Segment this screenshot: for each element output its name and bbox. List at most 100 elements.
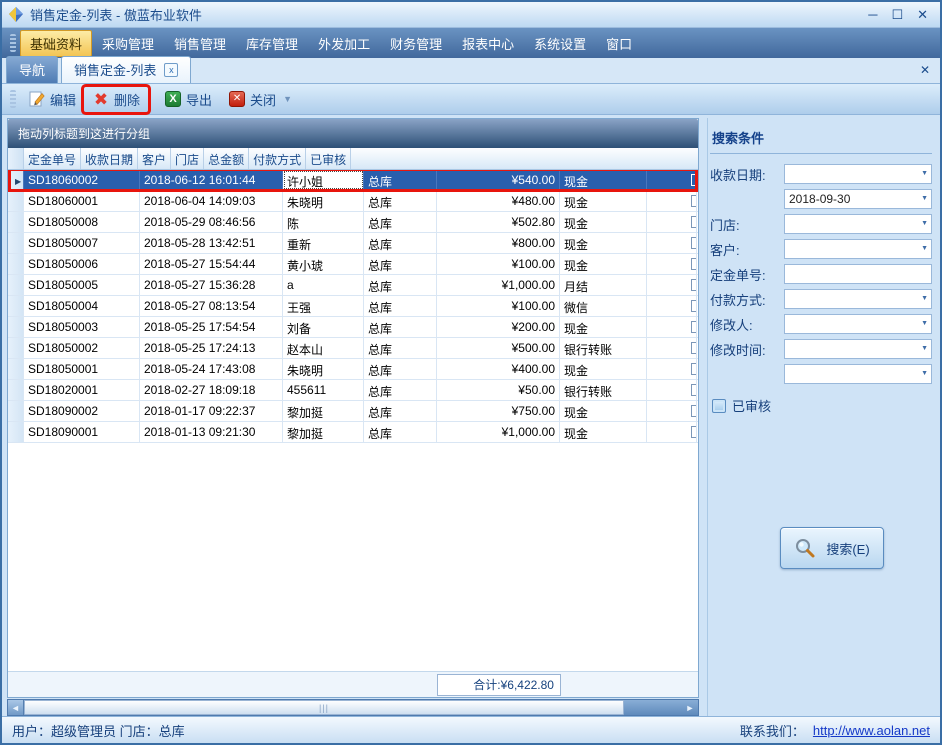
header-gutter xyxy=(8,148,24,169)
edit-button[interactable]: 编辑 xyxy=(20,87,84,112)
menu-item[interactable]: 财务管理 xyxy=(380,30,452,57)
column-header[interactable]: 收款日期 xyxy=(81,148,138,169)
field-combo[interactable] xyxy=(784,239,932,259)
field-combo[interactable] xyxy=(784,264,932,284)
tab-close-icon[interactable]: x xyxy=(164,63,178,77)
delete-button[interactable]: ✖ 删除 xyxy=(84,87,148,112)
cell-order-no: SD18050003 xyxy=(24,317,140,337)
table-row[interactable]: SD18050005 2018-05-27 15:36:28 a 总库 ¥1,0… xyxy=(8,275,698,296)
audited-checkbox xyxy=(691,237,697,249)
field-combo[interactable] xyxy=(784,289,932,309)
scroll-right-icon[interactable]: ► xyxy=(682,700,698,715)
scroll-left-icon[interactable]: ◄ xyxy=(8,700,24,715)
minimize-button[interactable]: ─ xyxy=(868,7,877,23)
panel-close-icon[interactable]: ✕ xyxy=(920,63,930,77)
cell-date: 2018-05-27 15:54:44 xyxy=(140,254,283,274)
menu-item[interactable]: 采购管理 xyxy=(92,30,164,57)
table-row[interactable]: SD18050002 2018-05-25 17:24:13 赵本山 总库 ¥5… xyxy=(8,338,698,359)
row-indicator xyxy=(8,338,24,358)
column-header[interactable]: 客户 xyxy=(138,148,171,169)
horizontal-scrollbar[interactable]: ◄ ||| ► xyxy=(7,699,699,716)
cell-payment: 现金 xyxy=(560,170,647,190)
table-row[interactable]: SD18060002 2018-06-12 16:01:44 许小姐 总库 ¥5… xyxy=(8,170,698,191)
field-combo[interactable] xyxy=(784,364,932,384)
website-link[interactable]: http://www.aolan.net xyxy=(813,723,930,738)
tab-deposit-list[interactable]: 销售定金-列表 x xyxy=(61,56,191,83)
menu-item[interactable]: 窗口 xyxy=(596,30,642,57)
search-field-row: 门店: xyxy=(710,214,932,234)
column-header[interactable]: 付款方式 xyxy=(249,148,306,169)
status-bar: 用户：超级管理员 门店：总库 联系我们： http://www.aolan.ne… xyxy=(2,716,940,743)
column-header[interactable]: 门店 xyxy=(171,148,204,169)
table-row[interactable]: SD18090002 2018-01-17 09:22:37 黎加挺 总库 ¥7… xyxy=(8,401,698,422)
cell-amount: ¥100.00 xyxy=(437,254,560,274)
panel-splitter[interactable] xyxy=(699,118,707,716)
search-fields: 收款日期: 2018-09-30 门店: 客户: xyxy=(710,164,932,384)
cell-store: 总库 xyxy=(364,317,437,337)
field-label: 修改时间: xyxy=(710,340,784,359)
field-combo[interactable] xyxy=(784,339,932,359)
field-combo[interactable] xyxy=(784,214,932,234)
user-store-status: 用户：超级管理员 门店：总库 xyxy=(12,721,185,740)
cell-audited xyxy=(647,317,697,337)
cell-amount: ¥200.00 xyxy=(437,317,560,337)
table-row[interactable]: SD18050008 2018-05-29 08:46:56 陈 总库 ¥502… xyxy=(8,212,698,233)
cell-store: 总库 xyxy=(364,275,437,295)
chevron-down-icon[interactable]: ▼ xyxy=(283,94,292,104)
menu-item[interactable]: 系统设置 xyxy=(524,30,596,57)
menu-item[interactable]: 报表中心 xyxy=(452,30,524,57)
toolbar-grip xyxy=(10,90,16,108)
tab-navigation[interactable]: 导航 xyxy=(6,56,58,83)
table-row[interactable]: SD18050006 2018-05-27 15:54:44 黄小琥 总库 ¥1… xyxy=(8,254,698,275)
cell-date: 2018-05-27 15:36:28 xyxy=(140,275,283,295)
audited-checkbox xyxy=(691,405,697,417)
table-row[interactable]: SD18050001 2018-05-24 17:43:08 朱晓明 总库 ¥4… xyxy=(8,359,698,380)
table-row[interactable]: SD18050003 2018-05-25 17:54:54 刘备 总库 ¥20… xyxy=(8,317,698,338)
export-button[interactable]: X 导出 xyxy=(156,87,220,112)
cell-customer: 朱晓明 xyxy=(283,359,364,379)
close-tab-button[interactable]: ✕ 关闭 ▼ xyxy=(220,87,300,112)
table-row[interactable]: SD18050004 2018-05-27 08:13:54 王强 总库 ¥10… xyxy=(8,296,698,317)
audited-checkbox xyxy=(691,279,697,291)
table-row[interactable]: SD18090001 2018-01-13 09:21:30 黎加挺 总库 ¥1… xyxy=(8,422,698,443)
search-button[interactable]: 搜索(E) xyxy=(780,527,884,569)
column-header[interactable]: 定金单号 xyxy=(24,148,81,169)
field-combo[interactable] xyxy=(784,164,932,184)
tab-bar: 导航 销售定金-列表 x ✕ xyxy=(2,58,940,84)
menu-item[interactable]: 外发加工 xyxy=(308,30,380,57)
close-button[interactable]: ✕ xyxy=(917,7,928,23)
field-combo[interactable] xyxy=(784,314,932,334)
maximize-button[interactable]: ☐ xyxy=(891,7,903,23)
row-indicator xyxy=(8,191,24,211)
menu-item[interactable]: 销售管理 xyxy=(164,30,236,57)
menu-item[interactable]: 基础资料 xyxy=(20,30,92,57)
scrollbar-thumb[interactable]: ||| xyxy=(24,700,624,715)
cell-store: 总库 xyxy=(364,380,437,400)
search-icon xyxy=(794,537,816,559)
cell-order-no: SD18060002 xyxy=(24,170,140,190)
search-field-row: 修改时间: xyxy=(710,339,932,359)
table-row[interactable]: SD18050007 2018-05-28 13:42:51 重新 总库 ¥80… xyxy=(8,233,698,254)
table-row[interactable]: SD18060001 2018-06-04 14:09:03 朱晓明 总库 ¥4… xyxy=(8,191,698,212)
column-header[interactable]: 总金额 xyxy=(204,148,249,169)
cell-customer: 赵本山 xyxy=(283,338,364,358)
menu-item[interactable]: 库存管理 xyxy=(236,30,308,57)
group-by-bar[interactable]: 拖动列标题到这进行分组 xyxy=(8,119,698,148)
cell-audited xyxy=(647,296,697,316)
grid-rows: SD18060002 2018-06-12 16:01:44 许小姐 总库 ¥5… xyxy=(8,170,698,671)
cell-order-no: SD18050007 xyxy=(24,233,140,253)
cell-customer: 黎加挺 xyxy=(283,422,364,442)
audited-checkbox xyxy=(691,195,697,207)
field-label: 客户: xyxy=(710,240,784,259)
audited-filter-checkbox[interactable] xyxy=(712,399,726,413)
field-combo[interactable]: 2018-09-30 xyxy=(784,189,932,209)
cell-audited xyxy=(647,359,697,379)
cell-date: 2018-05-29 08:46:56 xyxy=(140,212,283,232)
row-indicator xyxy=(8,380,24,400)
column-header[interactable]: 已审核 xyxy=(306,148,351,169)
table-row[interactable]: SD18020001 2018-02-27 18:09:18 455611 总库… xyxy=(8,380,698,401)
audited-checkbox xyxy=(691,216,697,228)
cell-payment: 现金 xyxy=(560,191,647,211)
row-indicator xyxy=(8,401,24,421)
grid-header-row: 定金单号 收款日期 客户 门店 总金额 付款方式 已审核 xyxy=(8,148,698,170)
